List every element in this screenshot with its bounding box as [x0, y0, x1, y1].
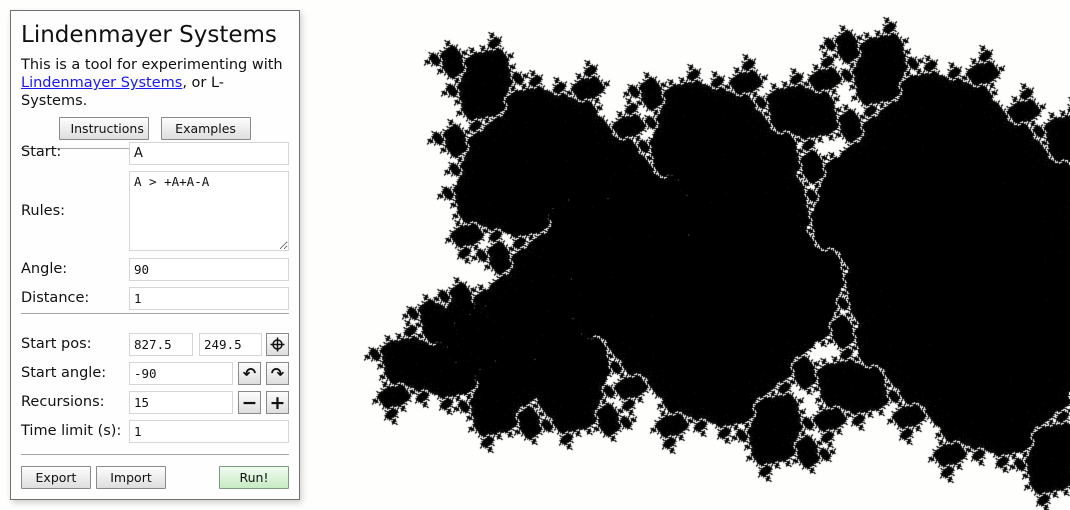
- start-input[interactable]: [129, 142, 289, 165]
- rotate-cw-icon: ↷: [270, 364, 285, 383]
- run-button[interactable]: Run!: [219, 466, 289, 489]
- lindenmayer-link[interactable]: Lindenmayer Systems: [21, 75, 182, 91]
- time-limit-input[interactable]: [129, 420, 289, 443]
- rules-label: Rules:: [21, 203, 66, 219]
- rotate-cw-button[interactable]: ↷: [266, 362, 289, 385]
- start-angle-label: Start angle:: [21, 365, 107, 381]
- angle-input[interactable]: [129, 258, 289, 281]
- recursions-input[interactable]: [129, 391, 233, 414]
- intro-prefix: This is a tool for experimenting with: [21, 57, 283, 73]
- rotate-ccw-icon: ↶: [242, 364, 257, 383]
- plus-icon: +: [269, 391, 286, 414]
- export-button[interactable]: Export: [21, 466, 91, 489]
- divider-middle: [21, 313, 289, 314]
- increment-recursions-button[interactable]: +: [266, 391, 289, 414]
- intro-text: This is a tool for experimenting with Li…: [21, 56, 289, 110]
- start-pos-y-input[interactable]: [199, 333, 262, 356]
- decrement-recursions-button[interactable]: −: [238, 391, 261, 414]
- angle-label: Angle:: [21, 261, 68, 277]
- examples-button[interactable]: Examples: [160, 117, 251, 140]
- start-pos-label: Start pos:: [21, 336, 92, 352]
- rules-textarea[interactable]: A > +A+A-A: [129, 171, 289, 251]
- control-panel: Lindenmayer Systems This is a tool for e…: [10, 10, 300, 500]
- start-pos-x-input[interactable]: [129, 333, 193, 356]
- rotate-ccw-button[interactable]: ↶: [238, 362, 261, 385]
- top-buttons: Instructions Examples: [21, 117, 289, 140]
- distance-label: Distance:: [21, 290, 90, 306]
- minus-icon: −: [241, 391, 258, 414]
- distance-input[interactable]: [129, 287, 289, 310]
- pick-position-button[interactable]: [266, 333, 289, 356]
- time-limit-label: Time limit (s):: [21, 423, 122, 439]
- instructions-button[interactable]: Instructions: [59, 117, 150, 140]
- start-label: Start:: [21, 144, 62, 160]
- import-button[interactable]: Import: [96, 466, 166, 489]
- recursions-label: Recursions:: [21, 394, 105, 410]
- crosshair-icon: [270, 337, 285, 352]
- start-angle-input[interactable]: [129, 362, 233, 385]
- page-title: Lindenmayer Systems: [21, 22, 277, 48]
- divider-bottom: [21, 454, 289, 455]
